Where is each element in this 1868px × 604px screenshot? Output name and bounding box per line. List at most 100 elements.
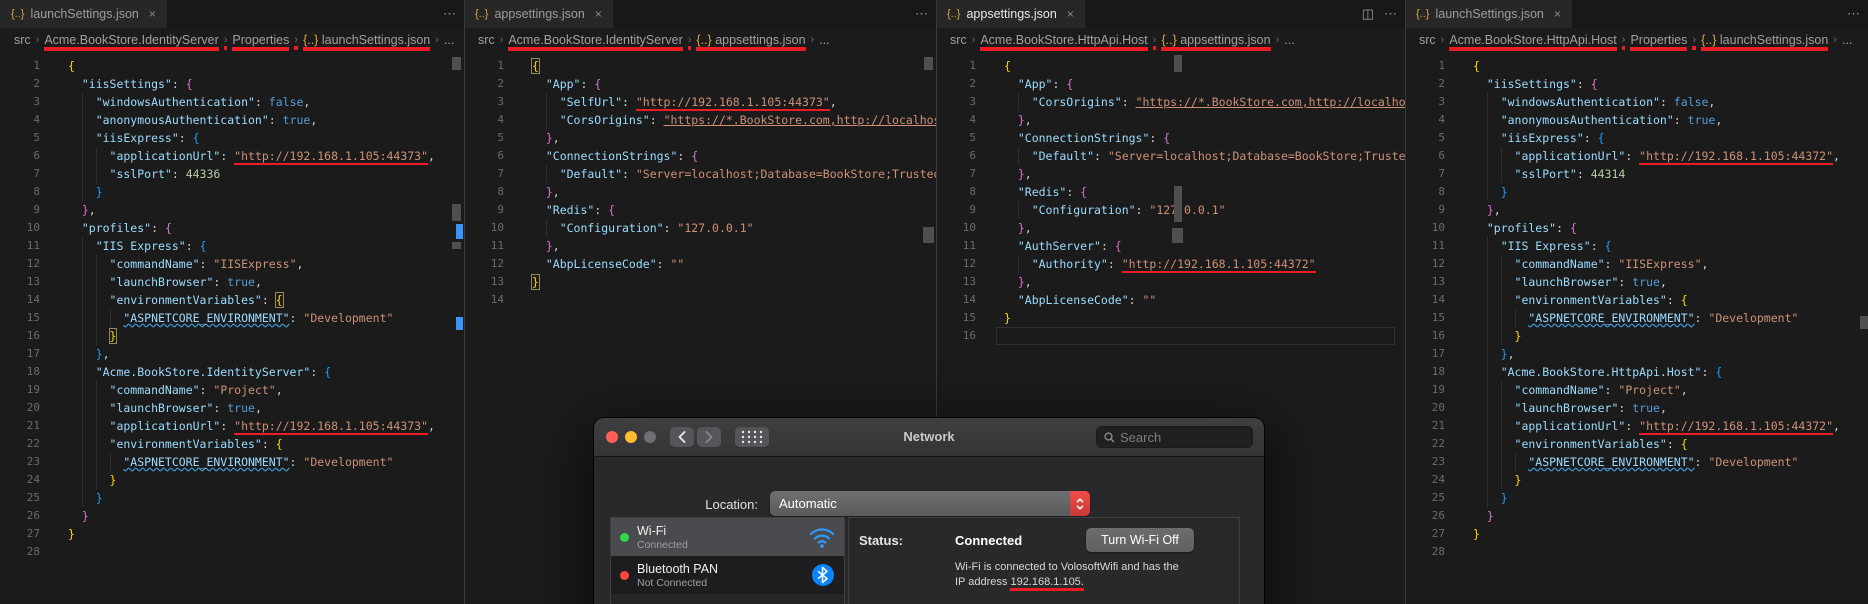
code-line[interactable]: 13}	[464, 273, 936, 291]
code-line[interactable]: 11},	[464, 237, 936, 255]
close-icon[interactable]: ×	[595, 7, 602, 21]
code-editor[interactable]: 1{2 "iisSettings": {3 "windowsAuthenticati…	[1405, 52, 1868, 561]
code-line[interactable]: 24}	[1405, 471, 1868, 489]
code-line[interactable]: 3 "CorsOrigins": "https://*.BookStore.com…	[936, 93, 1405, 111]
code-line[interactable]: 10 "profiles": {	[1405, 219, 1868, 237]
code-line[interactable]: 12 "commandName": "IISExpress",	[0, 255, 464, 273]
code-line[interactable]: 4},	[936, 111, 1405, 129]
code-line[interactable]: 3 "SelfUrl": "http://192.168.1.105:44373"…	[464, 93, 936, 111]
code-line[interactable]: 6 "applicationUrl": "http://192.168.1.105…	[0, 147, 464, 165]
close-icon[interactable]: ×	[1067, 7, 1074, 21]
split-editor-icon[interactable]: ◫	[1362, 6, 1374, 22]
code-line[interactable]: 18 "Acme.BookStore.IdentityServer": {	[0, 363, 464, 381]
code-line[interactable]: 2 "App": {	[936, 75, 1405, 93]
close-window-button[interactable]	[606, 431, 618, 443]
breadcrumb-item[interactable]: {..} launchSettings.json	[303, 33, 430, 47]
service-row-wifi[interactable]: Wi-Fi Connected	[611, 518, 844, 556]
title-bar[interactable]: Network Search	[594, 418, 1264, 457]
code-line[interactable]: 6 "ConnectionStrings": {	[464, 147, 936, 165]
code-line[interactable]: 8},	[464, 183, 936, 201]
code-line[interactable]: 1{	[0, 57, 464, 75]
turn-wifi-off-button[interactable]: Turn Wi-Fi Off	[1086, 528, 1194, 552]
code-line[interactable]: 22 "environmentVariables": {	[1405, 435, 1868, 453]
code-line[interactable]: 14 "AbpLicenseCode": ""	[936, 291, 1405, 309]
code-line[interactable]: 7 "sslPort": 44314	[1405, 165, 1868, 183]
code-line[interactable]: 20 "launchBrowser": true,	[0, 399, 464, 417]
code-line[interactable]: 9},	[1405, 201, 1868, 219]
code-line[interactable]: 5 "iisExpress": {	[1405, 129, 1868, 147]
code-line[interactable]: 12 "commandName": "IISExpress",	[1405, 255, 1868, 273]
breadcrumb-item[interactable]: Properties	[232, 33, 289, 47]
code-line[interactable]: 10 "profiles": {	[0, 219, 464, 237]
breadcrumb-item[interactable]: ...	[1842, 33, 1852, 47]
breadcrumb-item[interactable]: {..} launchSettings.json	[1701, 33, 1828, 47]
code-line[interactable]: 4 "anonymousAuthentication": true,	[1405, 111, 1868, 129]
breadcrumb-item[interactable]: {..} appsettings.json	[1161, 33, 1270, 47]
code-line[interactable]: 13},	[936, 273, 1405, 291]
code-editor[interactable]: 1{2 "App": {3 "SelfUrl": "http://192.168.1…	[464, 52, 936, 309]
code-line[interactable]: 23 "ASPNETCORE_ENVIRONMENT": "Development…	[1405, 453, 1868, 471]
code-line[interactable]: 14	[464, 291, 936, 309]
location-dropdown[interactable]: Automatic	[770, 491, 1090, 516]
code-line[interactable]: 6 "Default": "Server=localhost;Database=B…	[936, 147, 1405, 165]
breadcrumb-item[interactable]: Acme.BookStore.IdentityServer	[508, 33, 682, 47]
code-line[interactable]: 15 "ASPNETCORE_ENVIRONMENT": "Development…	[1405, 309, 1868, 327]
more-actions-icon[interactable]: ⋯	[1384, 6, 1397, 22]
code-line[interactable]: 21 "applicationUrl": "http://192.168.1.10…	[0, 417, 464, 435]
more-actions-icon[interactable]: ⋯	[443, 6, 456, 22]
zoom-window-button[interactable]	[644, 431, 656, 443]
code-line[interactable]: 4 "anonymousAuthentication": true,	[0, 111, 464, 129]
scrollbar-thumb[interactable]	[456, 224, 463, 239]
breadcrumb-item[interactable]: ...	[1284, 33, 1294, 47]
code-line[interactable]: 2 "iisSettings": {	[0, 75, 464, 93]
code-line[interactable]: 17},	[0, 345, 464, 363]
code-line[interactable]: 7 "Default": "Server=localhost;Database=B…	[464, 165, 936, 183]
code-line[interactable]: 28	[1405, 543, 1868, 561]
code-line[interactable]: 27}	[0, 525, 464, 543]
breadcrumb-item[interactable]: Acme.BookStore.HttpApi.Host	[980, 33, 1147, 47]
code-line[interactable]: 13 "launchBrowser": true,	[0, 273, 464, 291]
pane-divider[interactable]	[1405, 0, 1406, 604]
breadcrumb-item[interactable]: Acme.BookStore.HttpApi.Host	[1449, 33, 1616, 47]
code-line[interactable]: 7 "sslPort": 44336	[0, 165, 464, 183]
code-line[interactable]: 19 "commandName": "Project",	[0, 381, 464, 399]
code-line[interactable]: 15}	[936, 309, 1405, 327]
code-line[interactable]: 13 "launchBrowser": true,	[1405, 273, 1868, 291]
code-line[interactable]: 12 "Authority": "http://192.168.1.105:443…	[936, 255, 1405, 273]
code-line[interactable]: 1{	[1405, 57, 1868, 75]
code-line[interactable]: 1{	[936, 57, 1405, 75]
code-line[interactable]: 2 "App": {	[464, 75, 936, 93]
code-line[interactable]: 15 "ASPNETCORE_ENVIRONMENT": "Development…	[0, 309, 464, 327]
breadcrumb-item[interactable]: src	[950, 33, 967, 47]
code-line[interactable]: 27}	[1405, 525, 1868, 543]
breadcrumb-item[interactable]: Properties	[1630, 33, 1687, 47]
code-line[interactable]: 2 "iisSettings": {	[1405, 75, 1868, 93]
forward-button[interactable]	[697, 427, 721, 447]
code-line[interactable]: 8}	[0, 183, 464, 201]
code-line[interactable]: 11 "IIS Express": {	[0, 237, 464, 255]
more-actions-icon[interactable]: ⋯	[1847, 6, 1860, 22]
close-icon[interactable]: ×	[1554, 7, 1561, 21]
code-line[interactable]: 8}	[1405, 183, 1868, 201]
code-line[interactable]: 5 "iisExpress": {	[0, 129, 464, 147]
tab-appsettings-httpapi[interactable]: {..} appsettings.json ×	[936, 0, 1085, 28]
code-line[interactable]: 5 "ConnectionStrings": {	[936, 129, 1405, 147]
show-all-button[interactable]	[735, 427, 769, 447]
code-line[interactable]: 22 "environmentVariables": {	[0, 435, 464, 453]
code-line[interactable]: 1{	[464, 57, 936, 75]
breadcrumb-item[interactable]: src	[478, 33, 495, 47]
code-line[interactable]: 17},	[1405, 345, 1868, 363]
code-line[interactable]: 26}	[0, 507, 464, 525]
code-editor[interactable]: 1{2 "App": {3 "CorsOrigins": "https://*.Bo…	[936, 52, 1405, 345]
code-line[interactable]: 3 "windowsAuthentication": false,	[1405, 93, 1868, 111]
back-button[interactable]	[670, 427, 694, 447]
code-line[interactable]: 23 "ASPNETCORE_ENVIRONMENT": "Development…	[0, 453, 464, 471]
code-line[interactable]: 5},	[464, 129, 936, 147]
code-line[interactable]: 9 "Redis": {	[464, 201, 936, 219]
code-line[interactable]: 12 "AbpLicenseCode": ""	[464, 255, 936, 273]
service-row-bluetooth[interactable]: Bluetooth PAN Not Connected	[611, 556, 844, 594]
tab-launchsettings-identityserver[interactable]: {..} launchSettings.json ×	[0, 0, 167, 28]
code-line[interactable]: 20 "launchBrowser": true,	[1405, 399, 1868, 417]
code-line[interactable]: 9 "Configuration": "127.0.0.1"	[936, 201, 1405, 219]
code-line[interactable]: 16	[936, 327, 1405, 345]
